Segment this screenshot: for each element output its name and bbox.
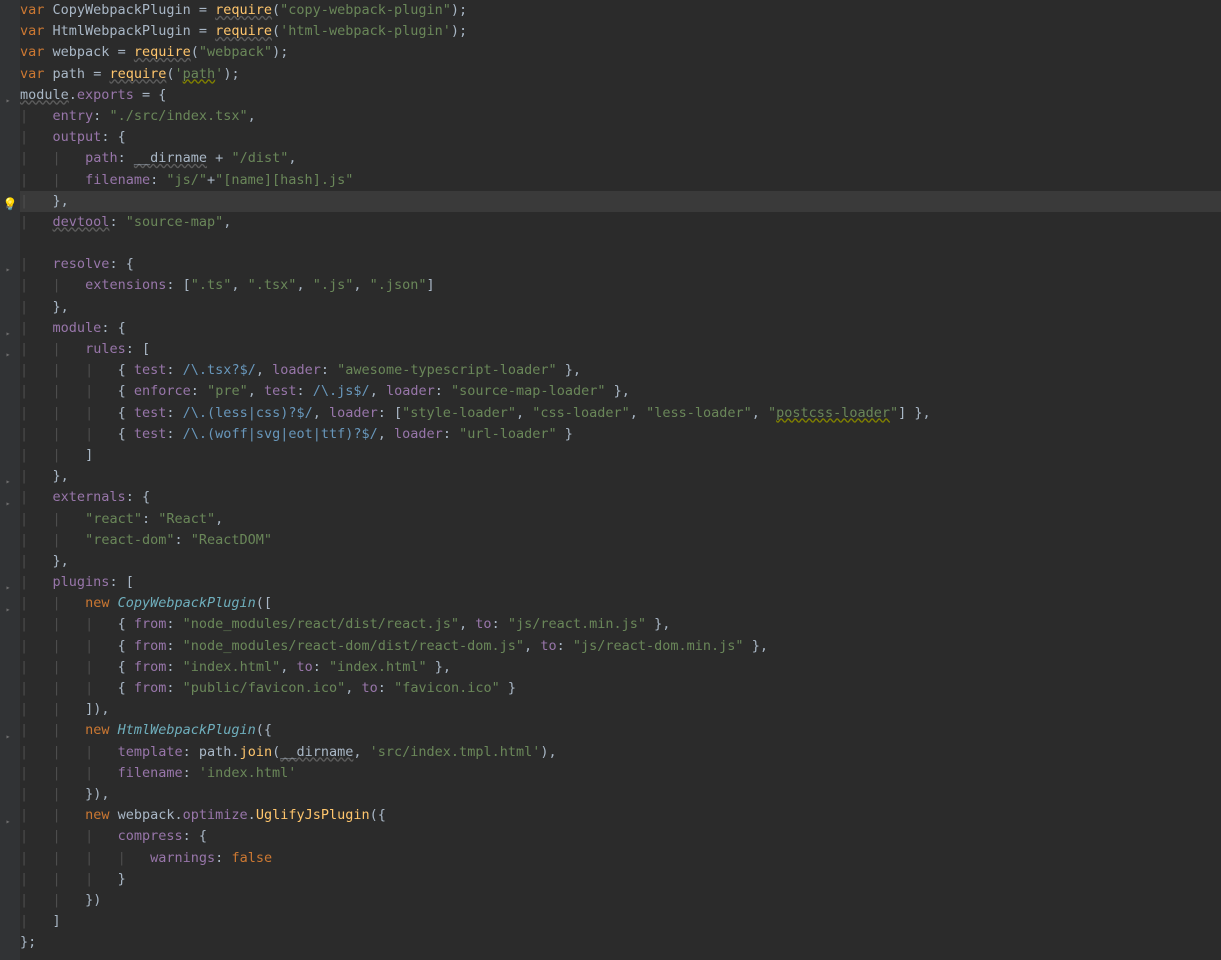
code-line[interactable]: | devtool: "source-map", [20, 212, 1221, 233]
code-line[interactable]: | | }), [20, 784, 1221, 805]
code-line[interactable]: | | | { test: /\.tsx?$/, loader: "awesom… [20, 360, 1221, 381]
code-line[interactable]: | | new webpack.optimize.UglifyJsPlugin(… [20, 805, 1221, 826]
fold-icon[interactable]: ▸ [0, 577, 16, 598]
code-line[interactable]: | | | { from: "public/favicon.ico", to: … [20, 678, 1221, 699]
code-editor[interactable]: 💡▸▸▸▸▸▸▸▸▸▸▸ var CopyWebpackPlugin = req… [0, 0, 1221, 960]
code-line[interactable]: | | | | warnings: false [20, 848, 1221, 869]
code-line[interactable]: }; [20, 932, 1221, 953]
fold-icon[interactable]: ▸ [0, 811, 16, 832]
code-line[interactable]: | | | { test: /\.(less|css)?$/, loader: … [20, 403, 1221, 424]
code-line[interactable]: var path = require('path'); [20, 64, 1221, 85]
fold-icon[interactable]: ▸ [0, 90, 16, 111]
fold-icon[interactable]: ▸ [0, 259, 16, 280]
editor-gutter: 💡▸▸▸▸▸▸▸▸▸▸▸ [0, 0, 20, 960]
code-line[interactable]: | | filename: "js/"+"[name][hash].js" [20, 170, 1221, 191]
code-line[interactable]: | | | filename: 'index.html' [20, 763, 1221, 784]
code-line[interactable]: | | | { test: /\.(woff|svg|eot|ttf)?$/, … [20, 424, 1221, 445]
code-line[interactable]: | | "react-dom": "ReactDOM" [20, 530, 1221, 551]
code-line[interactable]: | }, [20, 466, 1221, 487]
code-line[interactable]: | | | template: path.join(__dirname, 'sr… [20, 742, 1221, 763]
code-line[interactable]: | | | { from: "node_modules/react/dist/r… [20, 614, 1221, 635]
fold-icon[interactable]: ▸ [0, 726, 16, 747]
code-line[interactable]: | }, [20, 191, 1221, 212]
code-line[interactable]: | | }) [20, 890, 1221, 911]
fold-icon[interactable]: ▸ [0, 196, 16, 217]
code-line[interactable]: | | | } [20, 869, 1221, 890]
code-line[interactable]: | plugins: [ [20, 572, 1221, 593]
code-line[interactable]: | externals: { [20, 487, 1221, 508]
code-line[interactable]: | | | compress: { [20, 826, 1221, 847]
fold-icon[interactable]: ▸ [0, 493, 16, 514]
code-line[interactable]: | }, [20, 551, 1221, 572]
code-line[interactable]: | resolve: { [20, 254, 1221, 275]
code-line[interactable]: | | rules: [ [20, 339, 1221, 360]
code-line[interactable]: | output: { [20, 127, 1221, 148]
code-line[interactable]: | entry: "./src/index.tsx", [20, 106, 1221, 127]
code-line[interactable]: | | new CopyWebpackPlugin([ [20, 593, 1221, 614]
code-line[interactable]: var CopyWebpackPlugin = require("copy-we… [20, 0, 1221, 21]
fold-icon[interactable]: ▸ [0, 344, 16, 365]
code-line[interactable]: | | | { enforce: "pre", test: /\.js$/, l… [20, 381, 1221, 402]
code-line[interactable]: | | ]), [20, 699, 1221, 720]
code-line[interactable]: | | path: __dirname + "/dist", [20, 148, 1221, 169]
code-area[interactable]: var CopyWebpackPlugin = require("copy-we… [20, 0, 1221, 960]
code-line[interactable]: | module: { [20, 318, 1221, 339]
code-line[interactable]: | | "react": "React", [20, 509, 1221, 530]
code-line[interactable]: | | ] [20, 445, 1221, 466]
code-line[interactable]: | | | { from: "index.html", to: "index.h… [20, 657, 1221, 678]
code-line[interactable]: | }, [20, 297, 1221, 318]
code-line[interactable]: var webpack = require("webpack"); [20, 42, 1221, 63]
code-line[interactable] [20, 233, 1221, 254]
code-line[interactable]: | ] [20, 911, 1221, 932]
code-line[interactable]: | | | { from: "node_modules/react-dom/di… [20, 636, 1221, 657]
fold-icon[interactable]: ▸ [0, 471, 16, 492]
code-line[interactable]: var HtmlWebpackPlugin = require('html-we… [20, 21, 1221, 42]
code-line[interactable]: | | new HtmlWebpackPlugin({ [20, 720, 1221, 741]
code-line[interactable]: module.exports = { [20, 85, 1221, 106]
code-line[interactable]: | | extensions: [".ts", ".tsx", ".js", "… [20, 275, 1221, 296]
fold-icon[interactable]: ▸ [0, 599, 16, 620]
fold-icon[interactable]: ▸ [0, 323, 16, 344]
